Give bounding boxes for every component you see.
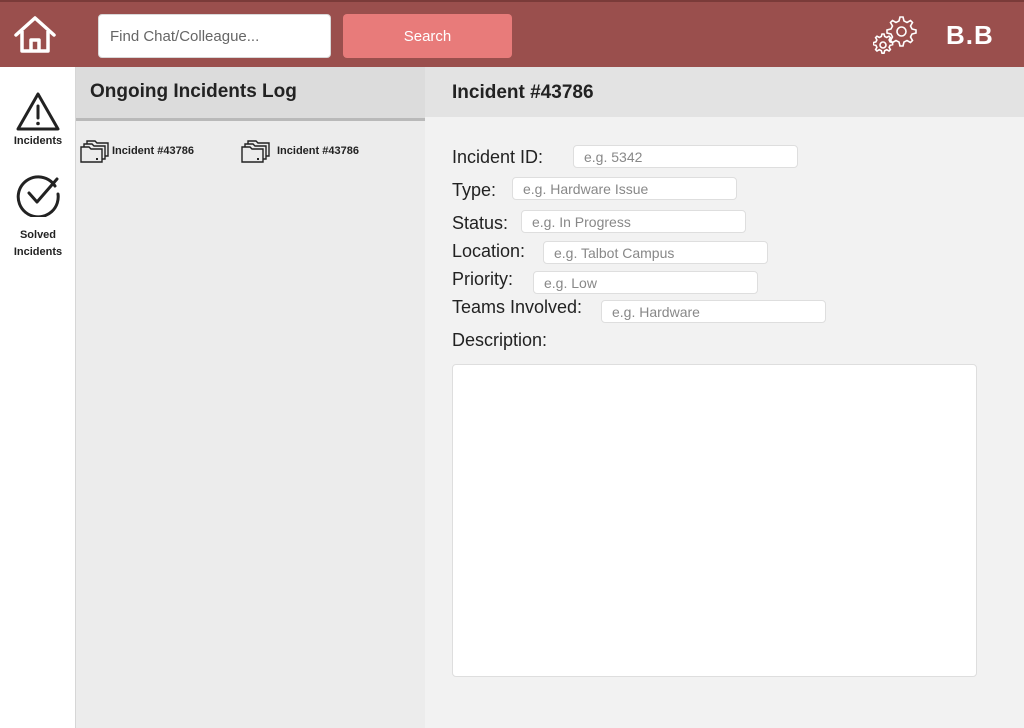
incident-log-item[interactable]: Incident #43786 (241, 139, 359, 163)
teams-involved-label: Teams Involved: (452, 297, 583, 317)
home-button[interactable] (12, 14, 58, 56)
location-field[interactable] (543, 241, 768, 264)
folder-stack-icon (80, 140, 109, 163)
priority-field[interactable] (533, 271, 758, 294)
sidebar-item-label: Incidents (13, 135, 63, 147)
home-icon (14, 16, 56, 53)
search-input[interactable] (98, 14, 331, 58)
sidebar-item-incidents[interactable]: Incidents (0, 91, 76, 150)
status-label: Status: (452, 213, 509, 233)
settings-button[interactable] (872, 14, 918, 58)
top-bar: Search B.B (0, 0, 1024, 67)
sidebar-item-solved-incidents[interactable]: Solved Incidents (0, 171, 76, 261)
type-field[interactable] (512, 177, 737, 200)
description-textarea[interactable] (452, 364, 977, 677)
log-title: Ongoing Incidents Log (76, 67, 425, 121)
incident-log-item-label: Incident #43786 (277, 145, 359, 157)
incident-log-item[interactable]: Incident #43786 (80, 139, 194, 163)
warning-icon (16, 92, 60, 131)
teams-involved-field[interactable] (601, 300, 826, 323)
incident-title: Incident #43786 (425, 67, 1024, 117)
incident-id-label: Incident ID: (452, 147, 544, 167)
priority-label: Priority: (452, 269, 514, 289)
status-field[interactable] (521, 210, 746, 233)
check-circle-icon (16, 175, 60, 217)
incident-id-field[interactable] (573, 145, 798, 168)
incident-detail-panel: Incident #43786 Incident ID: Type: Statu… (425, 67, 1024, 728)
search-button[interactable]: Search (343, 14, 512, 58)
location-label: Location: (452, 241, 526, 261)
description-label: Description: (452, 330, 548, 350)
user-avatar-initials[interactable]: B.B (946, 20, 994, 51)
sidebar-item-label: Solved Incidents (13, 229, 63, 258)
left-sidebar: Incidents Solved Incidents (0, 67, 76, 728)
incidents-log-panel: Ongoing Incidents Log Incident #43786 In… (76, 67, 425, 728)
gear-icon (872, 16, 917, 54)
folder-stack-icon (241, 140, 270, 163)
incident-log-item-label: Incident #43786 (112, 145, 194, 157)
type-label: Type: (452, 180, 497, 200)
